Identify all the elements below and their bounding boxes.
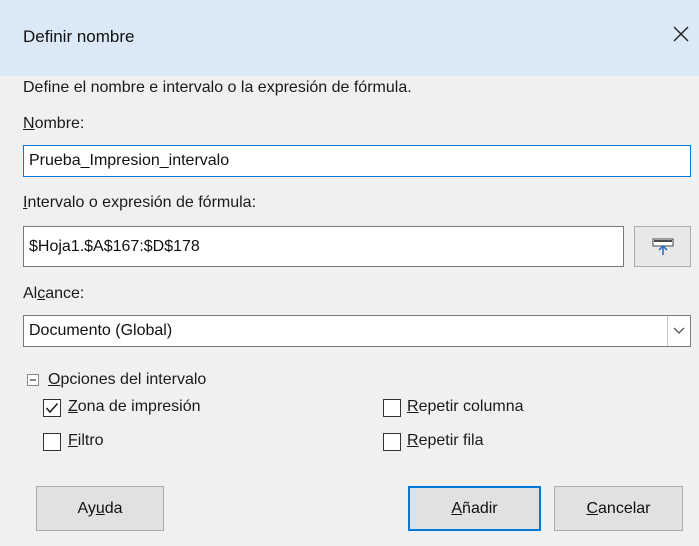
- name-label: Nombre:: [23, 115, 85, 132]
- repeat-row-checkbox[interactable]: [383, 433, 401, 451]
- print-range-label[interactable]: Zona de impresión: [68, 398, 201, 416]
- shrink-button[interactable]: [634, 226, 691, 267]
- range-input[interactable]: $Hoja1.$A$167:$D$178: [23, 226, 624, 267]
- dialog-title: Definir nombre: [23, 27, 135, 46]
- repeat-column-label[interactable]: Repetir columna: [407, 398, 524, 416]
- cancel-button-label: Cancelar: [586, 499, 651, 517]
- range-label: Intervalo o expresión de fórmula:: [23, 194, 257, 211]
- help-button-label: Ayuda: [77, 499, 123, 517]
- add-button-label: Añadir: [451, 499, 498, 517]
- help-button[interactable]: Ayuda: [36, 486, 164, 531]
- filter-label[interactable]: Filtro: [68, 432, 104, 450]
- print-range-checkbox[interactable]: [43, 399, 61, 417]
- close-button[interactable]: [663, 14, 699, 54]
- collapse-icon[interactable]: [27, 374, 39, 386]
- cancel-button[interactable]: Cancelar: [554, 486, 683, 531]
- name-input-value: Prueba_Impresion_intervalo: [29, 152, 230, 169]
- dialog-description: Define el nombre e intervalo o la expres…: [23, 79, 412, 96]
- shrink-icon: [652, 238, 673, 255]
- repeat-row-label[interactable]: Repetir fila: [407, 432, 483, 450]
- repeat-column-checkbox[interactable]: [383, 399, 401, 417]
- range-options-heading: Opciones del intervalo: [48, 371, 207, 388]
- name-input[interactable]: Prueba_Impresion_intervalo: [23, 145, 691, 177]
- dropdown-button[interactable]: [667, 316, 690, 346]
- close-icon: [673, 26, 689, 42]
- chevron-down-icon: [673, 327, 685, 334]
- scope-label: Alcance:: [23, 285, 85, 302]
- range-input-value: $Hoja1.$A$167:$D$178: [29, 237, 200, 255]
- checkmark-icon: [45, 402, 59, 414]
- add-button[interactable]: Añadir: [408, 486, 541, 531]
- scope-selected-value: Documento (Global): [29, 322, 173, 339]
- scope-select[interactable]: Documento (Global): [23, 315, 691, 347]
- title-bar: Definir nombre: [0, 0, 699, 76]
- filter-checkbox[interactable]: [43, 433, 61, 451]
